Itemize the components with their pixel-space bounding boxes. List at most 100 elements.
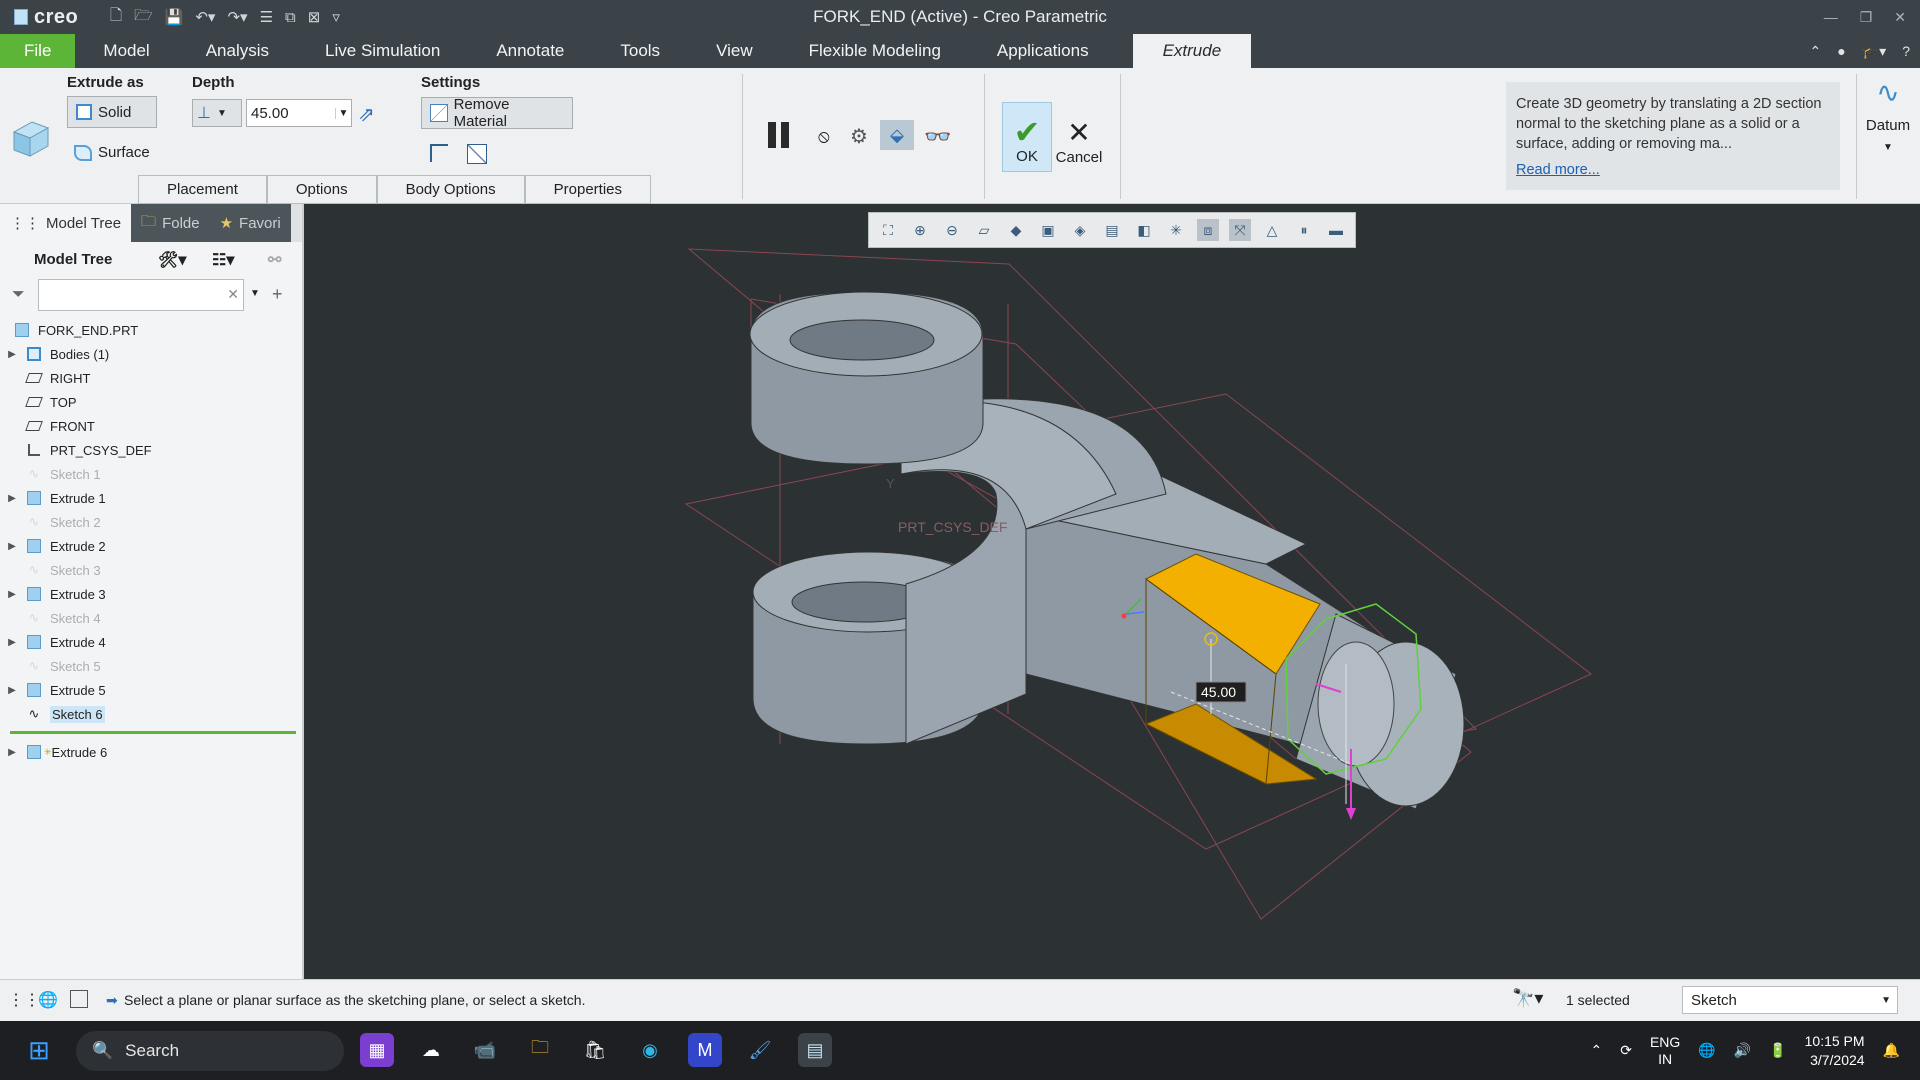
tab-tools[interactable]: Tools — [592, 34, 688, 68]
tree-search-input[interactable]: ✕ — [38, 279, 244, 311]
tree-node[interactable]: ▶ Extrude 4 — [0, 630, 302, 654]
datum-button[interactable]: ∿ Datum ▼ — [1860, 76, 1916, 153]
tab-body-options[interactable]: Body Options — [376, 175, 525, 204]
show-list-icon[interactable]: ☷▾ — [212, 250, 234, 270]
depth-type-dropdown[interactable]: ⊥ ▼ — [192, 99, 242, 127]
tree-node[interactable]: TOP — [0, 390, 302, 414]
save-icon[interactable]: 💾 — [165, 8, 184, 26]
tab-live-simulation[interactable]: Live Simulation — [297, 34, 468, 68]
language-indicator[interactable]: ENG IN — [1650, 1034, 1680, 1068]
depth-dropdown-chevron-icon[interactable]: ▼ — [335, 107, 351, 119]
tab-options[interactable]: Options — [266, 175, 377, 204]
expand-arrow-icon[interactable]: ▶ — [0, 493, 24, 504]
selection-filter-dropdown[interactable]: Sketch ▼ — [1682, 986, 1898, 1014]
remove-material-button[interactable]: Remove Material — [421, 96, 573, 130]
redo-icon[interactable]: ↷▾ — [227, 8, 247, 26]
tab-analysis[interactable]: Analysis — [178, 34, 297, 68]
customize-qat-icon[interactable]: ▿ — [332, 8, 340, 26]
tab-applications[interactable]: Applications — [969, 34, 1117, 68]
user-icon[interactable]: ● — [1837, 43, 1845, 59]
battery-icon[interactable]: 🔋 — [1769, 1042, 1786, 1059]
add-column-icon[interactable]: + — [272, 284, 283, 305]
widgets-icon[interactable]: ☁ — [414, 1033, 448, 1067]
help-icon[interactable]: ? — [1902, 43, 1910, 59]
tree-node[interactable]: ∿ Sketch 2 — [0, 510, 302, 534]
tree-node[interactable]: PRT_CSYS_DEF — [0, 438, 302, 462]
tree-root[interactable]: FORK_END.PRT — [0, 318, 302, 342]
tree-node[interactable]: ∿ Sketch 3 — [0, 558, 302, 582]
graphics-viewport[interactable]: ⛶ ⊕ ⊖ ▱ ◆ ▣ ◈ ▤ ◧ ✳ ⧈ ⤧ △ ⏸ ▬ 45.00 Y Z … — [306, 204, 1920, 979]
tree-node[interactable]: ∿ Sketch 4 — [0, 606, 302, 630]
find-icon[interactable]: 🔭▾ — [1512, 988, 1543, 1009]
tree-node[interactable]: ∿ Sketch 5 — [0, 654, 302, 678]
tab-model-tree[interactable]: ⋮⋮ Model Tree — [0, 204, 132, 242]
taper-icon[interactable] — [467, 144, 487, 164]
tree-node[interactable]: ▶ Extrude 2 — [0, 534, 302, 558]
surface-button[interactable]: Surface — [74, 144, 150, 161]
sync-icon[interactable]: ⟳ — [1620, 1042, 1632, 1059]
tree-node[interactable]: ▶ Extrude 5 — [0, 678, 302, 702]
paint-icon[interactable]: 🖌 — [743, 1033, 777, 1067]
tab-folder-browser[interactable]: 🗀 Folde — [131, 204, 210, 242]
tab-favorites[interactable]: ★ Favori — [209, 204, 291, 242]
tree-filters-icon[interactable]: ⚯ — [268, 250, 281, 270]
tab-model[interactable]: Model — [75, 34, 177, 68]
tab-view[interactable]: View — [688, 34, 781, 68]
expand-arrow-icon[interactable]: ▶ — [0, 747, 24, 758]
copilot-icon[interactable]: ▦ — [360, 1033, 394, 1067]
tree-node[interactable]: ▶ Extrude 1 — [0, 486, 302, 510]
tree-node[interactable]: RIGHT — [0, 366, 302, 390]
edge-icon[interactable]: ◉ — [633, 1033, 667, 1067]
notification-bell-icon[interactable]: 🔔 — [1883, 1042, 1900, 1059]
show-hidden-icons[interactable]: ⌃ — [1591, 1042, 1603, 1059]
selection-count[interactable]: 1 selected — [1566, 992, 1630, 1008]
pause-button[interactable] — [768, 122, 789, 148]
minimize-button[interactable]: — — [1824, 9, 1838, 25]
verify-glasses-icon[interactable]: 👓 — [924, 124, 951, 150]
volume-icon[interactable]: 🔊 — [1734, 1042, 1751, 1059]
flip-direction-icon[interactable]: ⇗ — [358, 102, 375, 127]
open-file-icon[interactable]: 🗁 — [134, 5, 153, 30]
regenerate-icon[interactable]: ☰ — [260, 8, 273, 26]
full-screen-icon[interactable] — [70, 990, 88, 1008]
tab-annotate[interactable]: Annotate — [468, 34, 592, 68]
search-options-chevron-icon[interactable]: ▼ — [250, 288, 260, 299]
mathcad-icon[interactable]: M — [688, 1033, 722, 1067]
tree-node[interactable]: ∿ Sketch 1 — [0, 462, 302, 486]
read-more-link[interactable]: Read more... — [1516, 160, 1830, 180]
tree-settings-icon[interactable]: 🛠▾ — [158, 250, 186, 270]
tree-node[interactable]: ▶ Extrude 3 — [0, 582, 302, 606]
datum-chevron-icon[interactable]: ▼ — [1883, 142, 1893, 153]
close-window-icon[interactable]: ⊠ — [308, 8, 321, 26]
ok-button[interactable]: ✔ OK — [1002, 102, 1052, 172]
clear-search-icon[interactable]: ✕ — [227, 286, 239, 303]
tab-placement[interactable]: Placement — [138, 175, 267, 204]
tree-node-pending[interactable]: ▶ ✳ Extrude 6 — [0, 740, 302, 764]
expand-arrow-icon[interactable]: ▶ — [0, 349, 24, 360]
new-file-icon[interactable]: 🗋 — [110, 5, 122, 30]
creo-taskbar-icon[interactable]: ▤ — [798, 1033, 832, 1067]
tree-node[interactable]: FRONT — [0, 414, 302, 438]
no-preview-icon[interactable]: ⦸ — [818, 126, 830, 147]
cancel-button[interactable]: ✕ Cancel — [1054, 102, 1104, 172]
taskbar-search[interactable]: 🔍 Search — [76, 1031, 344, 1071]
tab-file[interactable]: File — [0, 34, 76, 68]
network-icon[interactable]: 🌐 — [1698, 1042, 1715, 1059]
close-button[interactable]: ✕ — [1894, 9, 1906, 26]
expand-arrow-icon[interactable]: ▶ — [0, 637, 24, 648]
windows-icon[interactable]: ⧉ — [285, 9, 296, 26]
windows-start-icon[interactable]: ⊞ — [22, 1033, 56, 1067]
tab-properties[interactable]: Properties — [524, 175, 652, 204]
collapse-ribbon-icon[interactable]: ⌃ — [1810, 43, 1822, 60]
browser-toggle-icon[interactable]: 🌐 — [38, 990, 58, 1010]
attached-preview-icon[interactable]: ⚙ — [850, 124, 868, 149]
navigator-toggle-icon[interactable]: ⋮⋮ — [8, 990, 40, 1010]
detached-preview-icon[interactable]: ⬙ — [880, 120, 914, 150]
store-icon[interactable]: 🛍 — [578, 1033, 612, 1067]
dimension-value-label[interactable]: 45.00 — [1201, 684, 1236, 700]
tab-flexible-modeling[interactable]: Flexible Modeling — [781, 34, 969, 68]
tree-node[interactable]: ∿ Sketch 6 — [0, 702, 302, 726]
insert-here-marker[interactable] — [0, 726, 302, 740]
teams-icon[interactable]: 📹 — [468, 1033, 502, 1067]
learning-icon[interactable]: 🎓▾ — [1862, 43, 1886, 60]
